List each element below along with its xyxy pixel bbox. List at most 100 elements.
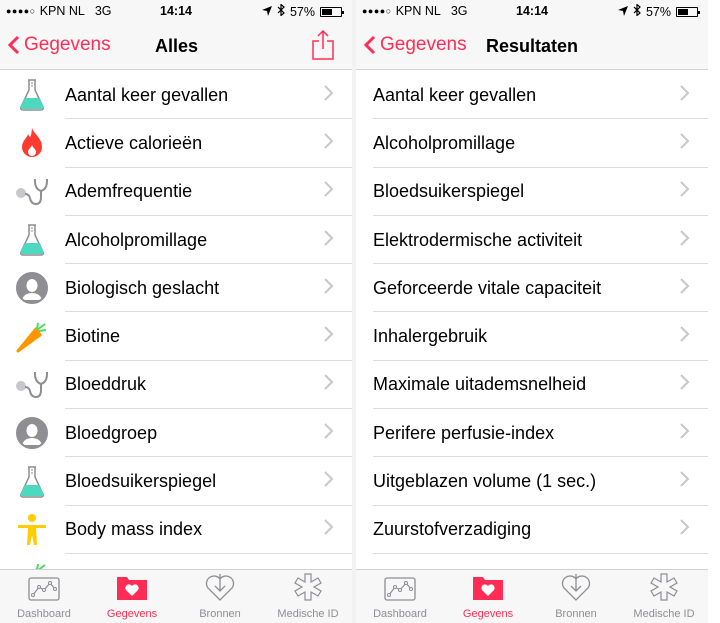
medical-id-icon — [650, 573, 678, 608]
tab-dashboard[interactable]: Dashboard — [356, 570, 444, 623]
flask-icon — [14, 222, 50, 258]
tab-medische-id[interactable]: Medische ID — [264, 570, 352, 623]
chevron-right-icon — [324, 181, 334, 202]
chevron-right-icon — [680, 326, 690, 347]
list-item-label: Alcoholpromillage — [373, 132, 516, 153]
tab-label: Gegevens — [462, 608, 514, 620]
tab-bar: Dashboard Gegevens Bronnen Medische ID — [356, 569, 708, 623]
tab-gegevens[interactable]: Gegevens — [88, 570, 176, 623]
chevron-right-icon — [324, 326, 334, 347]
chevron-left-icon — [364, 35, 376, 55]
data-type-list: Aantal keer gevallen Actieve calorieën A… — [0, 71, 352, 602]
flask-icon — [14, 77, 50, 113]
screen-resultaten: ●●●●○ KPN NL 3G 14:14 57% Gegevens Resul… — [356, 0, 708, 623]
list-item[interactable]: Aantal keer gevallen — [356, 71, 708, 120]
status-bar: ●●●●○ KPN NL 3G 14:14 57% — [356, 0, 708, 22]
list-item-label: Bloedsuikerspiegel — [65, 471, 217, 492]
list-item[interactable]: Geforceerde vitale capaciteit — [356, 264, 708, 313]
list-item-label: Aantal keer gevallen — [373, 84, 537, 105]
list-item-label: Bloedgroep — [65, 422, 158, 443]
back-button-label: Gegevens — [24, 34, 111, 55]
stethoscope-icon — [14, 367, 50, 403]
list-item[interactable]: Zuurstofverzadiging — [356, 506, 708, 554]
tab-dashboard[interactable]: Dashboard — [0, 570, 88, 623]
back-button-label: Gegevens — [380, 34, 467, 55]
chevron-right-icon — [324, 374, 334, 395]
chevron-right-icon — [680, 84, 690, 106]
share-icon — [312, 29, 334, 60]
chevron-right-icon — [324, 278, 334, 299]
list-item[interactable]: Biotine — [0, 312, 352, 361]
list-item[interactable]: Perifere perfusie-index — [356, 409, 708, 458]
list-item[interactable]: Uitgeblazen volume (1 sec.) — [356, 457, 708, 506]
list-item[interactable]: Maximale uitademsnelheid — [356, 361, 708, 410]
tab-bronnen[interactable]: Bronnen — [176, 570, 264, 623]
chevron-right-icon — [680, 423, 690, 444]
tab-label: Medische ID — [633, 608, 695, 620]
tab-label: Bronnen — [555, 608, 597, 620]
tab-bar: Dashboard Gegevens Bronnen Medische ID — [0, 569, 352, 623]
chevron-left-icon — [8, 35, 20, 55]
list-item-label: Uitgeblazen volume (1 sec.) — [373, 471, 597, 492]
chevron-right-icon — [680, 471, 690, 492]
tab-label: Dashboard — [17, 608, 71, 620]
tab-label: Gegevens — [106, 608, 158, 620]
sources-icon — [560, 573, 592, 608]
chevron-right-icon — [680, 229, 690, 251]
dashboard-icon — [384, 577, 416, 608]
list-item-label: Geforceerde vitale capaciteit — [373, 277, 602, 298]
list-item[interactable]: Aantal keer gevallen — [0, 71, 352, 120]
list-item[interactable]: Inhalergebruik — [356, 312, 708, 361]
list-item[interactable]: Bloedsuikerspiegel — [356, 168, 708, 216]
list-item[interactable]: Biologisch geslacht — [0, 264, 352, 313]
list-item[interactable]: Body mass index — [0, 506, 352, 554]
list-item[interactable]: Ademfrequentie — [0, 168, 352, 216]
person-icon — [14, 270, 50, 306]
chevron-right-icon — [324, 133, 334, 154]
battery-percent: 57% — [289, 4, 315, 19]
chevron-right-icon — [680, 374, 690, 395]
carrot-icon — [14, 319, 50, 355]
chevron-right-icon — [680, 181, 690, 202]
flame-icon — [14, 125, 50, 161]
chevron-right-icon — [680, 519, 690, 540]
list-item[interactable]: Actieve calorieën — [0, 119, 352, 168]
list-item-label: Biologisch geslacht — [65, 277, 220, 298]
list-item-label: Actieve calorieën — [65, 132, 203, 153]
chevron-right-icon — [324, 519, 334, 540]
tab-medische-id[interactable]: Medische ID — [620, 570, 708, 623]
body-icon — [14, 512, 50, 548]
list-item[interactable]: Bloedsuikerspiegel — [0, 457, 352, 506]
tab-label: Medische ID — [277, 608, 339, 620]
list-item-label: Zuurstofverzadiging — [373, 519, 532, 540]
list-item[interactable]: Alcoholpromillage — [0, 216, 352, 265]
battery-icon — [320, 6, 344, 17]
back-button[interactable]: Gegevens — [8, 34, 111, 56]
stethoscope-icon — [14, 174, 50, 210]
chevron-right-icon — [680, 278, 690, 299]
list-item-label: Aantal keer gevallen — [65, 84, 229, 105]
back-button[interactable]: Gegevens — [364, 34, 467, 56]
health-data-icon — [116, 575, 148, 608]
location-icon — [261, 5, 272, 19]
list-item[interactable]: Bloedgroep — [0, 409, 352, 458]
tab-bronnen[interactable]: Bronnen — [532, 570, 620, 623]
list-item[interactable]: Bloeddruk — [0, 361, 352, 410]
list-item[interactable]: Elektrodermische activiteit — [356, 216, 708, 265]
tab-label: Bronnen — [199, 608, 241, 620]
health-data-icon — [472, 575, 504, 608]
share-button[interactable] — [312, 29, 334, 65]
person-icon — [14, 415, 50, 451]
data-type-list: Aantal keer gevallen Alcoholpromillage B… — [356, 71, 708, 554]
list-item-label: Bloedsuikerspiegel — [373, 181, 525, 202]
status-bar: ●●●●○ KPN NL 3G 14:14 57% — [0, 0, 352, 22]
location-icon — [617, 5, 628, 19]
sources-icon — [204, 573, 236, 608]
tab-gegevens[interactable]: Gegevens — [444, 570, 532, 623]
chevron-right-icon — [324, 471, 334, 492]
medical-id-icon — [294, 573, 322, 608]
chevron-right-icon — [324, 423, 334, 444]
list-item[interactable]: Alcoholpromillage — [356, 119, 708, 168]
list-item-label: Body mass index — [65, 519, 203, 540]
flask-icon — [14, 464, 50, 500]
